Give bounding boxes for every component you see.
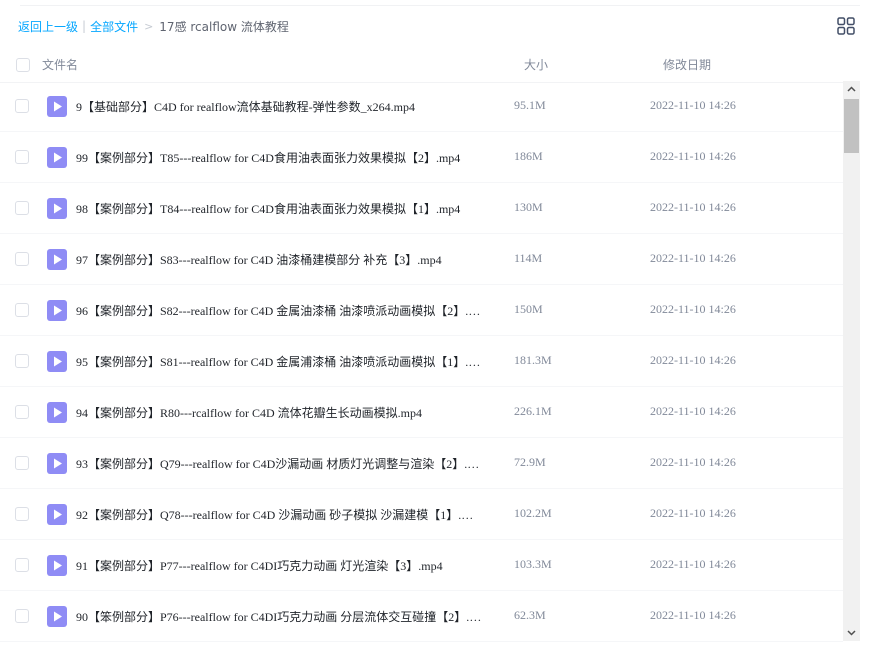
video-file-icon <box>47 504 67 525</box>
header-filename[interactable]: 文件名 <box>42 56 78 73</box>
file-name[interactable]: 93【案例部分】Q79---realflow for C4D沙漏动画 材质灯光调… <box>76 455 482 472</box>
file-date: 2022-11-10 14:26 <box>650 404 736 418</box>
file-date: 2022-11-10 14:26 <box>650 149 736 163</box>
header-size[interactable]: 大小 <box>524 56 548 73</box>
file-list: 9【基础部分】C4D for realflow流体基础教程-弹性参数_x264.… <box>0 81 843 656</box>
row-checkbox[interactable] <box>15 609 29 623</box>
file-size: 102.2M <box>514 506 552 520</box>
row-checkbox[interactable] <box>15 456 29 470</box>
video-file-icon <box>47 96 67 117</box>
file-row[interactable]: 93【案例部分】Q79---realflow for C4D沙漏动画 材质灯光调… <box>0 438 843 489</box>
file-date: 2022-11-10 14:26 <box>650 251 736 265</box>
file-size: 62.3M <box>514 608 546 622</box>
file-date: 2022-11-10 14:26 <box>650 506 736 520</box>
file-name[interactable]: 99【案例部分】T85---realflow for C4D食用油表面张力效果模… <box>76 149 482 166</box>
file-name[interactable]: 95【案例部分】S81---realflow for C4D 金属浦漆桶 油漆喷… <box>76 353 482 370</box>
scroll-up-arrow-icon[interactable] <box>843 81 860 98</box>
file-row[interactable]: 97【案例部分】S83---realflow for C4D 油漆桶建模部分 补… <box>0 234 843 285</box>
file-size: 130M <box>514 200 543 214</box>
file-row[interactable]: 96【案例部分】S82---realflow for C4D 金属油漆桶 油漆喷… <box>0 285 843 336</box>
file-size: 114M <box>514 251 543 265</box>
file-size: 186M <box>514 149 543 163</box>
list-header: 文件名 大小 修改日期 <box>0 47 860 83</box>
file-size: 103.3M <box>514 557 552 571</box>
file-row[interactable]: 92【案例部分】Q78---realflow for C4D 沙漏动画 砂子模拟… <box>0 489 843 540</box>
file-date: 2022-11-10 14:26 <box>650 353 736 367</box>
file-name[interactable]: 92【案例部分】Q78---realflow for C4D 沙漏动画 砂子模拟… <box>76 506 482 523</box>
file-row[interactable]: 98【案例部分】T84---realflow for C4D食用油表面张力效果模… <box>0 183 843 234</box>
file-size: 226.1M <box>514 404 552 418</box>
list-scrollbar[interactable] <box>843 81 860 641</box>
file-row[interactable]: 95【案例部分】S81---realflow for C4D 金属浦漆桶 油漆喷… <box>0 336 843 387</box>
current-folder-label: 17感 rcalflow 流体教程 <box>159 19 289 34</box>
file-date: 2022-11-10 14:26 <box>650 557 736 571</box>
file-row[interactable]: 94【案例部分】R80---rcalflow for C4D 流体花瓣生长动画模… <box>0 387 843 438</box>
video-file-icon <box>47 402 67 423</box>
video-file-icon <box>47 351 67 372</box>
row-checkbox[interactable] <box>15 303 29 317</box>
row-checkbox[interactable] <box>15 354 29 368</box>
breadcrumb-pipe: | <box>82 19 87 33</box>
scroll-down-arrow-icon[interactable] <box>843 624 860 641</box>
row-checkbox[interactable] <box>15 558 29 572</box>
file-size: 95.1M <box>514 98 546 112</box>
scrollbar-thumb[interactable] <box>844 99 859 153</box>
file-row[interactable]: 9【基础部分】C4D for realflow流体基础教程-弹性参数_x264.… <box>0 81 843 132</box>
file-date: 2022-11-10 14:26 <box>650 608 736 622</box>
file-size: 181.3M <box>514 353 552 367</box>
file-row[interactable]: 99【案例部分】T85---realflow for C4D食用油表面张力效果模… <box>0 132 843 183</box>
file-name[interactable]: 9【基础部分】C4D for realflow流体基础教程-弹性参数_x264.… <box>76 98 482 115</box>
file-date: 2022-11-10 14:26 <box>650 455 736 469</box>
file-name[interactable]: 96【案例部分】S82---realflow for C4D 金属油漆桶 油漆喷… <box>76 302 482 319</box>
video-file-icon <box>47 147 67 168</box>
video-file-icon <box>47 249 67 270</box>
video-file-icon <box>47 453 67 474</box>
row-checkbox[interactable] <box>15 201 29 215</box>
file-row[interactable]: 90【笨例部分】P76---realflow for C4DI巧克力动画 分层流… <box>0 591 843 642</box>
video-file-icon <box>47 555 67 576</box>
video-file-icon <box>47 606 67 627</box>
breadcrumb: 返回上一级 | 全部文件 > 17感 rcalflow 流体教程 <box>18 16 289 36</box>
select-all-checkbox[interactable] <box>16 58 30 72</box>
row-checkbox[interactable] <box>15 99 29 113</box>
back-link[interactable]: 返回上一级 <box>18 18 78 35</box>
file-name[interactable]: 98【案例部分】T84---realflow for C4D食用油表面张力效果模… <box>76 200 482 217</box>
breadcrumb-separator: > <box>144 19 154 33</box>
row-checkbox[interactable] <box>15 252 29 266</box>
video-file-icon <box>47 198 67 219</box>
file-size: 72.9M <box>514 455 546 469</box>
file-name[interactable]: 90【笨例部分】P76---realflow for C4DI巧克力动画 分层流… <box>76 608 482 625</box>
file-size: 150M <box>514 302 543 316</box>
row-checkbox[interactable] <box>15 150 29 164</box>
file-date: 2022-11-10 14:26 <box>650 98 736 112</box>
file-name[interactable]: 94【案例部分】R80---rcalflow for C4D 流体花瓣生长动画模… <box>76 404 482 421</box>
file-name[interactable]: 97【案例部分】S83---realflow for C4D 油漆桶建模部分 补… <box>76 251 482 268</box>
file-row[interactable]: 91【案例部分】P77---realflow for C4DI巧克力动画 灯光渲… <box>0 540 843 591</box>
file-date: 2022-11-10 14:26 <box>650 200 736 214</box>
row-checkbox[interactable] <box>15 405 29 419</box>
file-date: 2022-11-10 14:26 <box>650 302 736 316</box>
all-files-link[interactable]: 全部文件 <box>90 18 138 35</box>
top-divider <box>20 5 860 6</box>
row-checkbox[interactable] <box>15 507 29 521</box>
grid-view-icon[interactable] <box>837 17 855 35</box>
file-name[interactable]: 91【案例部分】P77---realflow for C4DI巧克力动画 灯光渲… <box>76 557 482 574</box>
header-date[interactable]: 修改日期 <box>663 56 711 73</box>
video-file-icon <box>47 300 67 321</box>
